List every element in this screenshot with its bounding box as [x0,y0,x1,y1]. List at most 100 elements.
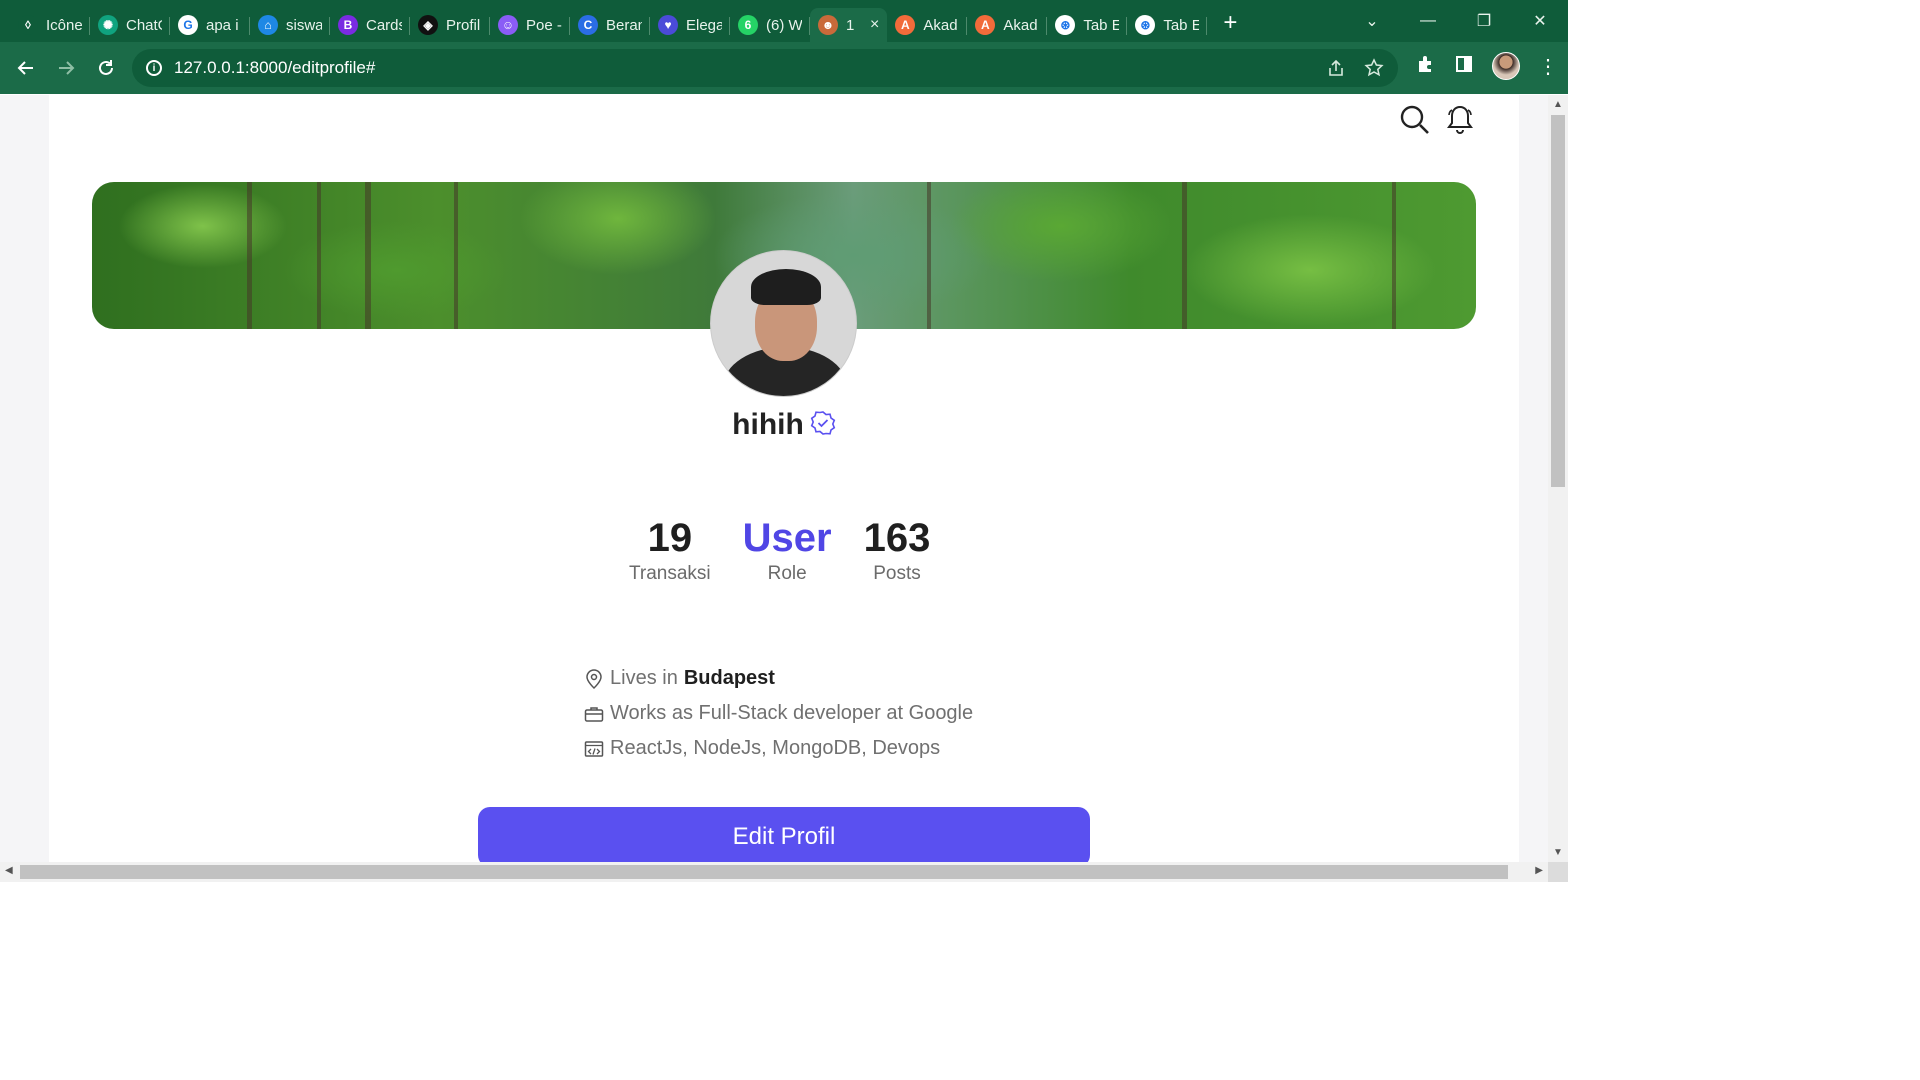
edit-profile-button[interactable]: Edit Profil [478,807,1090,862]
stat-value: User [742,516,832,560]
browser-tab[interactable]: Gapa i [170,9,250,41]
tab-favicon-icon: ⌂ [258,15,278,35]
search-icon[interactable] [1399,104,1431,141]
stat-posts: 163 Posts [864,515,931,585]
tab-search-icon[interactable]: ⌄ [1344,11,1400,31]
tab-title: Tab E [1083,16,1120,34]
browser-tab[interactable]: ☻ 1 × [810,8,888,42]
header-actions [1399,104,1475,141]
notification-bell-icon[interactable] [1445,104,1475,141]
browser-tab[interactable]: ◈ Profil [410,9,490,41]
browser-tab[interactable]: A Akad [967,9,1048,41]
profile-avatar[interactable] [1492,52,1520,80]
tab-favicon-icon: ⊛ [1135,15,1156,35]
username-row: hihih [49,408,1519,442]
more-menu-icon[interactable]: ⋮ [1538,54,1558,79]
tab-title: Cards [366,16,402,34]
tab-title: (6) W [766,16,802,34]
share-icon[interactable] [1326,58,1346,83]
verified-badge-icon [810,410,836,441]
scroll-down-icon[interactable]: ▼ [1553,847,1563,858]
minimize-icon[interactable]: — [1400,12,1456,30]
profile-page: hihih 19 Transaksi User Role 163 Posts L… [49,95,1519,862]
tab-favicon-icon: ◈ [418,15,438,35]
tab-title: apa i [206,16,239,34]
window-controls: ⌄ — ❐ ✕ [1344,0,1568,42]
profile-avatar-large [710,250,857,397]
tab-title: Beran [606,16,642,34]
restore-icon[interactable]: ❐ [1456,11,1512,31]
tab-favicon-icon: ◊ [18,15,38,35]
bookmark-star-icon[interactable] [1364,58,1384,83]
scrollbar-corner [1548,862,1568,882]
tab-favicon-icon: ✺ [98,15,118,35]
tab-favicon-icon: C [578,15,598,35]
scroll-right-icon[interactable]: ▶ [1535,865,1543,876]
work-text: Works as Full-Stack developer at Google [610,702,974,724]
browser-tab[interactable]: ☺ Poe - [490,9,570,41]
site-info-icon[interactable]: i [146,60,162,76]
horizontal-scrollbar[interactable]: ◀ ▶ [0,862,1548,882]
extensions-icon[interactable] [1416,54,1436,79]
tab-title: Icône [46,16,82,34]
vertical-scroll-thumb[interactable] [1551,115,1565,487]
tab-title: ChatG [126,16,162,34]
skills-text: ReactJs, NodeJs, MongoDB, Devops [610,737,941,759]
browser-tab[interactable]: B Cards [330,9,410,41]
browser-tab[interactable]: ⊛ Tab E [1047,9,1128,41]
new-tab-button[interactable]: + [1223,9,1237,37]
browser-tab[interactable]: ⌂ siswa [250,9,330,41]
tab-favicon-icon: G [178,15,198,35]
vertical-scrollbar[interactable]: ▲ ▼ [1548,95,1568,862]
forward-arrow-icon[interactable] [46,48,86,88]
reload-icon[interactable] [86,48,126,88]
tab-favicon-icon: ☺ [498,15,518,35]
tab-favicon-icon: B [338,15,358,35]
profile-info-list: Lives in Budapest Works as Full-Stack de… [584,661,973,766]
tab-title: siswa [286,16,322,34]
code-window-icon [584,739,604,759]
url-text: 127.0.0.1:8000/editprofile# [174,58,376,77]
scroll-left-icon[interactable]: ◀ [5,865,13,876]
browser-tab[interactable]: ♥ Elega [650,9,730,41]
stat-label: Posts [873,563,921,584]
close-window-icon[interactable]: ✕ [1512,11,1568,31]
stat-transaksi: 19 Transaksi [629,515,711,585]
browser-tab[interactable]: A Akad [887,9,968,41]
browser-tab[interactable]: ◊ Icône [10,9,90,41]
browser-tab-strip: ◊ Icône ✺ ChatG Gapa i ⌂ siswa B Cards ◈ Profil ☺ Po… [0,0,1568,42]
address-bar[interactable]: i 127.0.0.1:8000/editprofile# [132,49,1398,87]
browser-toolbar: i 127.0.0.1:8000/editprofile# ⋮ [0,42,1568,94]
tab-favicon-icon: A [975,15,996,35]
briefcase-icon [584,704,604,724]
browser-tab[interactable]: ✺ ChatG [90,9,170,41]
info-location: Lives in Budapest [584,661,973,696]
tab-favicon-icon: A [895,15,916,35]
location-value: Budapest [683,667,775,689]
browser-tab[interactable]: 6 (6) W [730,9,810,41]
page-viewport: hihih 19 Transaksi User Role 163 Posts L… [0,95,1548,862]
info-work: Works as Full-Stack developer at Google [584,696,973,731]
tab-title: Elega [686,16,722,34]
tab-favicon-icon: 6 [738,15,758,35]
tab-favicon-icon: ☻ [818,15,838,35]
tab-title: Profil [446,16,481,34]
tab-favicon-icon: ♥ [658,15,678,35]
stat-label: Transaksi [629,563,711,584]
info-skills: ReactJs, NodeJs, MongoDB, Devops [584,731,973,766]
browser-tab[interactable]: C Beran [570,9,650,41]
scroll-up-icon[interactable]: ▲ [1553,99,1563,110]
location-prefix: Lives in [610,667,678,689]
close-tab-icon[interactable]: × [870,16,879,34]
location-pin-icon [584,668,604,689]
profile-stats: 19 Transaksi User Role 163 Posts [629,515,930,585]
back-arrow-icon[interactable] [6,48,46,88]
browser-tab[interactable]: ⊛ Tab E [1127,9,1208,41]
username: hihih [732,408,804,441]
tab-title: Akad [923,16,958,34]
tab-title: Tab E [1163,16,1200,34]
stat-value: 163 [863,516,931,560]
side-panel-icon[interactable] [1454,54,1474,79]
horizontal-scroll-thumb[interactable] [20,865,1508,879]
tab-title: Poe - [526,16,562,34]
